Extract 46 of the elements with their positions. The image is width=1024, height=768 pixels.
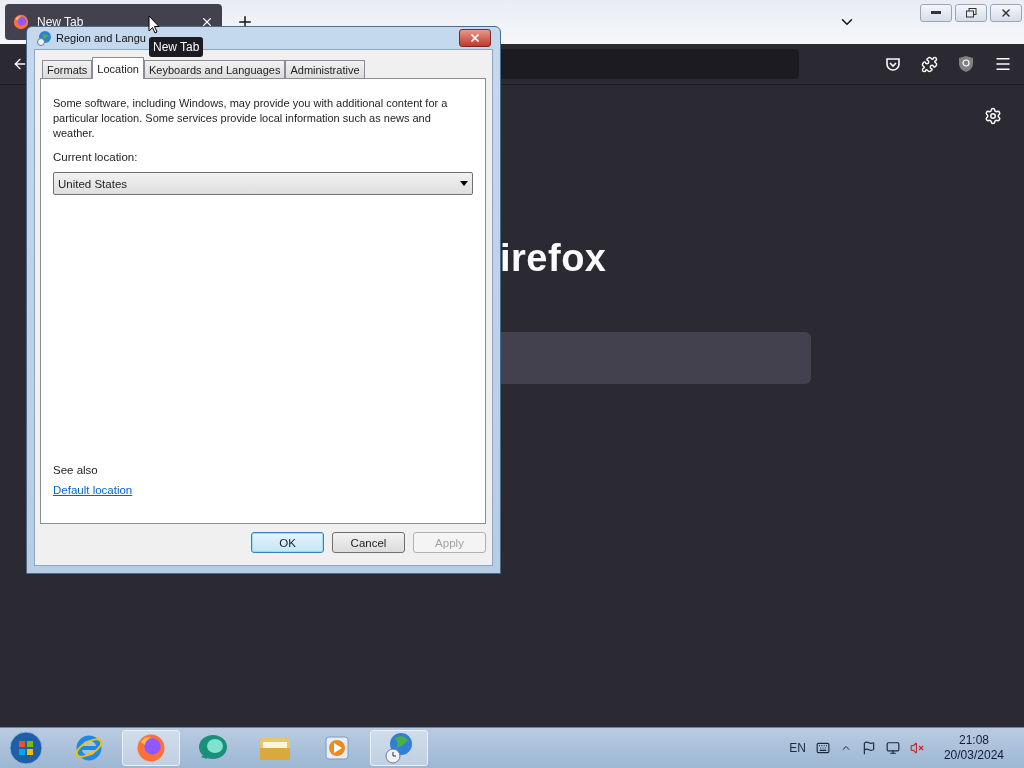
close-button[interactable] bbox=[990, 4, 1022, 22]
taskbar-button[interactable] bbox=[370, 730, 428, 766]
section-label: See also bbox=[53, 464, 99, 476]
tab[interactable]: Formats bbox=[42, 60, 93, 78]
menu-icon[interactable] bbox=[994, 55, 1012, 73]
firefox-icon bbox=[13, 14, 29, 30]
search-field[interactable] bbox=[500, 332, 811, 384]
brand-wordmark: irefox bbox=[500, 237, 607, 280]
globe-clock-icon bbox=[36, 30, 52, 46]
start-button[interactable] bbox=[6, 730, 46, 766]
back-icon[interactable] bbox=[12, 56, 28, 72]
description-text: Some software, including Windows, may provide you with additional content for a particular location. Some services provide local information such as news and weather. bbox=[53, 96, 449, 141]
pocket-icon[interactable] bbox=[885, 56, 901, 72]
settings-icon[interactable] bbox=[984, 107, 1002, 125]
internet-explorer-icon bbox=[74, 733, 104, 763]
close-button[interactable] bbox=[459, 29, 491, 47]
location-dropdown[interactable]: United States bbox=[53, 172, 473, 195]
tab[interactable]: Administrative bbox=[285, 60, 365, 78]
field-label: Current location: bbox=[53, 151, 139, 163]
dialog-button[interactable]: OK bbox=[251, 532, 324, 553]
tab[interactable]: Keyboards and Languages bbox=[143, 60, 286, 78]
taskbar-button[interactable] bbox=[122, 730, 180, 766]
language-indicator[interactable]: EN bbox=[789, 741, 806, 755]
restore-button[interactable] bbox=[955, 4, 987, 22]
close-icon[interactable] bbox=[200, 15, 214, 29]
globe-clock-icon bbox=[384, 732, 414, 764]
close-icon bbox=[469, 32, 481, 44]
restore-icon bbox=[965, 8, 977, 18]
minimize-button[interactable] bbox=[920, 4, 952, 22]
shield-icon[interactable] bbox=[958, 55, 974, 73]
clock[interactable]: 21:08 20/03/2024 bbox=[943, 733, 1004, 763]
dialog-button[interactable]: Cancel bbox=[332, 532, 405, 553]
media-player-icon bbox=[323, 734, 351, 762]
tooltip: New Tab bbox=[149, 37, 204, 57]
keyboard-icon[interactable] bbox=[815, 741, 830, 755]
mute-icon[interactable] bbox=[909, 741, 924, 755]
pointer-cursor-icon bbox=[148, 15, 160, 34]
tab-title: New Tab bbox=[37, 15, 84, 29]
minimize-icon bbox=[931, 11, 941, 15]
close-icon bbox=[1000, 7, 1012, 19]
extensions-icon[interactable] bbox=[921, 55, 938, 73]
default-location-link[interactable]: Default location bbox=[53, 484, 133, 496]
dropdown-arrow-icon bbox=[460, 181, 468, 186]
flag-icon[interactable] bbox=[861, 741, 876, 755]
firefox-icon bbox=[136, 733, 166, 763]
tab[interactable]: Location bbox=[92, 57, 144, 79]
